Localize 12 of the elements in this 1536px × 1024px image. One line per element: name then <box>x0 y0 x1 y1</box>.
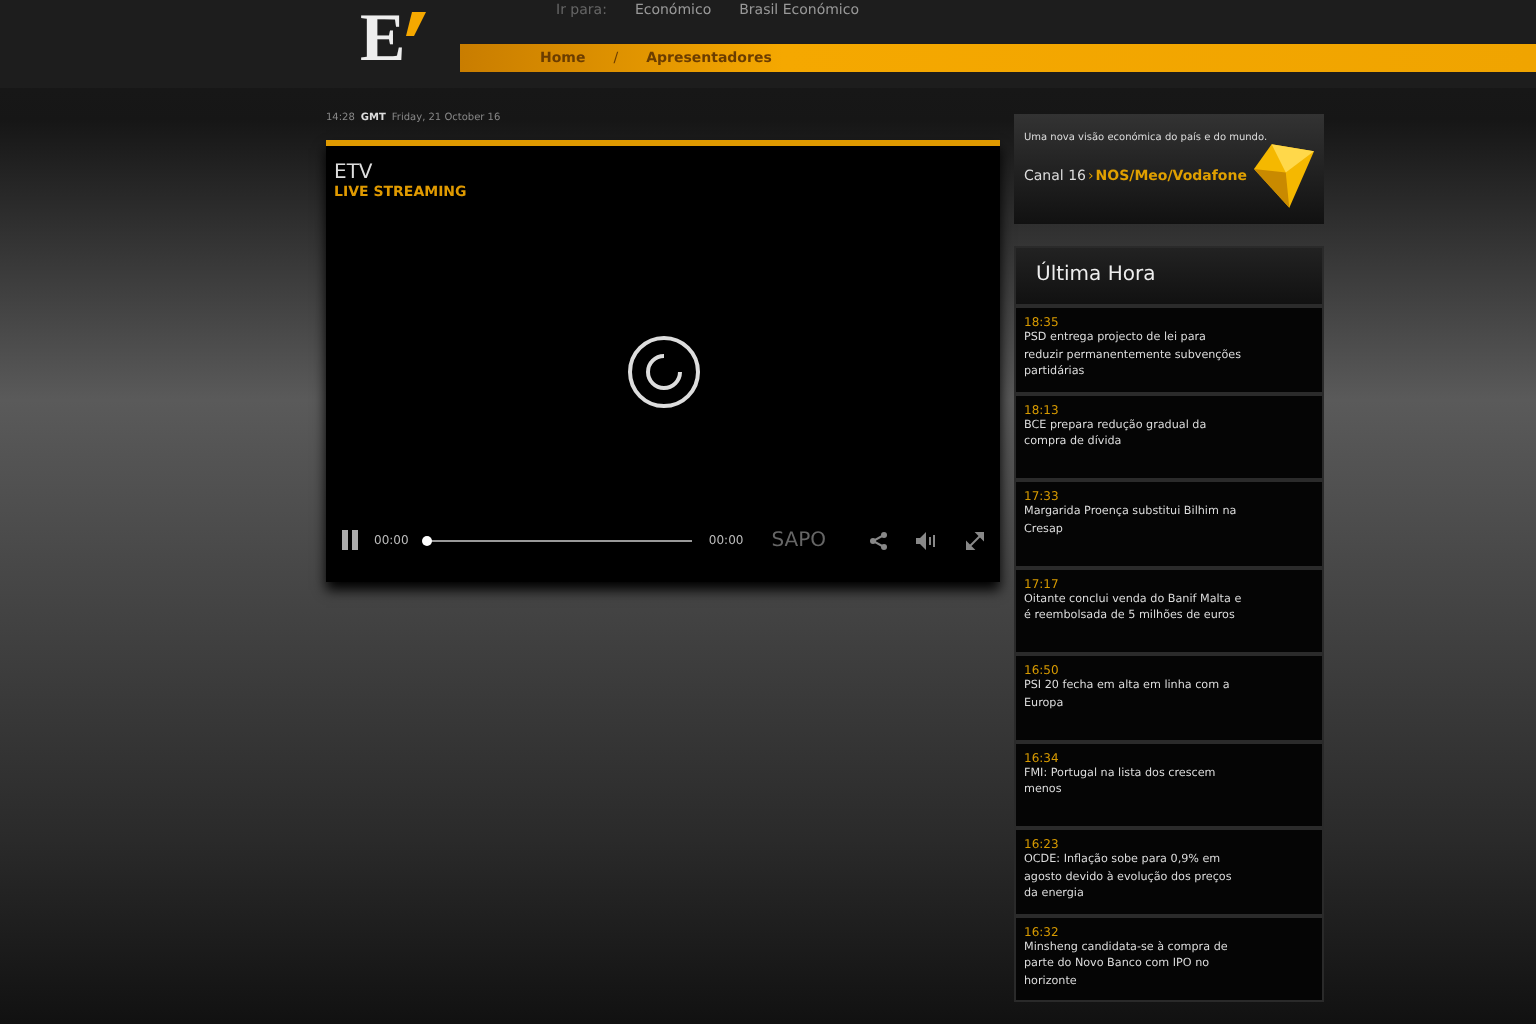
play-pause-button[interactable] <box>342 530 358 550</box>
channel-title: ETV <box>334 162 375 184</box>
fullscreen-icon[interactable] <box>966 531 984 549</box>
prism-logo-icon <box>1254 143 1314 207</box>
volume-icon[interactable] <box>916 531 938 549</box>
progress-thumb[interactable] <box>422 535 433 545</box>
accent-icon <box>405 12 426 36</box>
logo[interactable]: E <box>360 4 406 76</box>
panel-title: Última Hora <box>1016 248 1322 308</box>
share-icon[interactable] <box>870 531 888 549</box>
brand-logo: SAPO <box>771 529 826 551</box>
loading-spinner-icon <box>625 334 701 410</box>
